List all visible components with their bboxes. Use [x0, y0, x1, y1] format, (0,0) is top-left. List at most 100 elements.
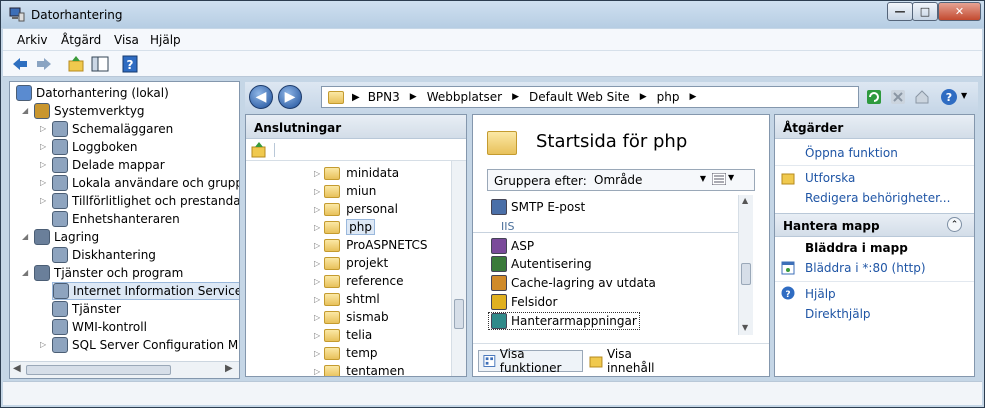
tree-item[interactable]: Systemverktyg	[34, 102, 145, 120]
collapse-icon[interactable]: ⌃	[947, 217, 962, 232]
refresh-icon[interactable]	[866, 89, 882, 105]
add-connection-icon[interactable]	[251, 142, 267, 158]
feature-item[interactable]: SMTP E-post	[491, 198, 585, 216]
connection-item[interactable]: ▷ minidata	[314, 164, 399, 182]
online-help-link[interactable]: Direkthjälp	[805, 307, 871, 321]
connection-item[interactable]: ▷ shtml	[314, 290, 380, 308]
tree-item[interactable]: Tjänster	[52, 300, 121, 318]
tree-expander[interactable]: ▷	[40, 124, 46, 133]
connection-item[interactable]: ▷ ProASPNETCS	[314, 236, 427, 254]
tree-expander[interactable]: ▷	[314, 331, 320, 340]
connection-item[interactable]: ▷ projekt	[314, 254, 388, 272]
tree-item[interactable]: Lokala användare och grupper	[52, 174, 239, 192]
menu-visa[interactable]: Visa	[114, 33, 139, 47]
group-by-select[interactable]: Område ▼	[592, 172, 708, 188]
tree-expander[interactable]: ▷	[314, 295, 320, 304]
feature-item[interactable]: ASP	[491, 237, 534, 255]
crumb-webbplatser[interactable]: Webbplatser	[427, 90, 502, 104]
tree-item[interactable]: Lagring	[34, 228, 99, 246]
tree-expander[interactable]: ▷	[40, 160, 46, 169]
connection-item[interactable]: ▷ temp	[314, 344, 378, 362]
tree-expander[interactable]: ▷	[314, 349, 320, 358]
maximize-button[interactable]: □	[912, 2, 938, 21]
tree-expander[interactable]: ▷	[314, 223, 320, 232]
browse-http-link[interactable]: Bläddra i *:80 (http)	[805, 261, 926, 275]
feature-scrollbar[interactable]: ▲ ▼	[738, 195, 753, 335]
tree-item[interactable]: Datorhantering (lokal)	[16, 84, 169, 102]
help-dropdown-icon[interactable]: ?	[940, 88, 958, 106]
feature-item[interactable]: Hanterarmappningar	[488, 312, 640, 330]
tree-expander[interactable]: ▷	[40, 178, 46, 187]
feature-item[interactable]: Felsidor	[491, 293, 557, 311]
crumb-bpn3[interactable]: BPN3	[368, 90, 400, 104]
tree-item[interactable]: Internet Information Services (II	[52, 282, 239, 300]
tree-item[interactable]: WMI-kontroll	[52, 318, 147, 336]
connection-label: php	[346, 219, 375, 235]
tab-features-view[interactable]: Visa funktioner	[478, 347, 583, 375]
home-icon[interactable]	[914, 89, 930, 105]
connection-label: reference	[346, 274, 404, 288]
feature-item[interactable]: Autentisering	[491, 255, 592, 273]
stop-icon[interactable]	[890, 89, 906, 105]
tree-node-icon	[52, 193, 68, 209]
chevron-down-icon[interactable]: ▼	[961, 91, 967, 100]
tree-item[interactable]: Loggboken	[52, 138, 138, 156]
tree-expander[interactable]: ▷	[314, 367, 320, 376]
tree-item[interactable]: Delade mappar	[52, 156, 165, 174]
menu-atgard[interactable]: Åtgärd	[61, 33, 101, 47]
help-icon[interactable]: ?	[121, 55, 139, 73]
crumb-php[interactable]: php	[657, 90, 680, 104]
tree-expander[interactable]: ▷	[314, 259, 320, 268]
tree-item[interactable]: SQL Server Configuration Mana	[52, 336, 239, 354]
forward-nav-button[interactable]: ▶	[278, 85, 302, 109]
up-folder-icon[interactable]	[67, 55, 85, 73]
feature-item[interactable]: Cache-lagring av utdata	[491, 274, 656, 292]
console-tree-icon[interactable]	[91, 55, 109, 73]
forward-arrow-icon[interactable]	[35, 55, 53, 73]
tree-expander[interactable]: ▷	[314, 313, 320, 322]
tree-expander[interactable]: ▷	[314, 169, 320, 178]
tree-expander[interactable]: ▷	[314, 205, 320, 214]
tree-horizontal-scrollbar[interactable]: ◀ ▶	[10, 361, 239, 378]
tree-expander[interactable]: ▷	[314, 241, 320, 250]
tree-node-icon	[52, 319, 68, 335]
menu-arkiv[interactable]: Arkiv	[17, 33, 48, 47]
tree-item[interactable]: Tjänster och program	[34, 264, 183, 282]
tree-expander[interactable]: ▷	[314, 277, 320, 286]
tree-item-label: Loggboken	[72, 140, 138, 154]
back-nav-button[interactable]: ◀	[249, 85, 273, 109]
connection-item[interactable]: ▷ reference	[314, 272, 403, 290]
tree-item[interactable]: Tillförlitlighet och prestanda	[52, 192, 239, 210]
help-link[interactable]: Hjälp	[805, 287, 836, 301]
tree-expander[interactable]: ▷	[314, 187, 320, 196]
tree-expander[interactable]: ◢	[22, 268, 28, 277]
edit-permissions-link[interactable]: Redigera behörigheter...	[805, 191, 950, 205]
close-button[interactable]: ✕	[938, 2, 981, 21]
connection-item[interactable]: ▷ php	[314, 218, 375, 236]
tree-item[interactable]: Diskhantering	[52, 246, 156, 264]
connection-label: telia	[346, 328, 373, 342]
connection-item[interactable]: ▷ personal	[314, 200, 398, 218]
tree-expander[interactable]: ▷	[40, 340, 46, 349]
tree-item[interactable]: Schemaläggaren	[52, 120, 173, 138]
connections-scrollbar[interactable]	[451, 161, 466, 376]
view-mode-button[interactable]: ▼	[711, 172, 738, 187]
connection-item[interactable]: ▷ miun	[314, 182, 376, 200]
minimize-button[interactable]: —	[887, 2, 913, 21]
connection-item[interactable]: ▷ sismab	[314, 308, 389, 326]
tree-expander[interactable]: ▷	[40, 142, 46, 151]
menu-hjalp[interactable]: Hjälp	[150, 33, 181, 47]
breadcrumb[interactable]: ▶ BPN3 ▶ Webbplatser ▶ Default Web Site ▶ p…	[321, 86, 859, 108]
tree-item[interactable]: Enhetshanteraren	[52, 210, 180, 228]
crumb-default-web-site[interactable]: Default Web Site	[529, 90, 630, 104]
tree-expander[interactable]: ▷	[40, 196, 46, 205]
back-arrow-icon[interactable]	[11, 55, 29, 73]
tree-expander[interactable]: ◢	[22, 232, 28, 241]
explore-link[interactable]: Utforska	[805, 171, 855, 185]
open-feature-link[interactable]: Öppna funktion	[805, 146, 898, 160]
connection-item[interactable]: ▷ tentamen	[314, 362, 405, 376]
tree-expander[interactable]: ◢	[22, 106, 28, 115]
connection-item[interactable]: ▷ telia	[314, 326, 372, 344]
tab-content-view[interactable]: Visa innehåll	[587, 347, 683, 375]
connections-pane: Anslutningar ▷ minidata ▷ miun ▷ personal ▷ php…	[245, 114, 467, 377]
